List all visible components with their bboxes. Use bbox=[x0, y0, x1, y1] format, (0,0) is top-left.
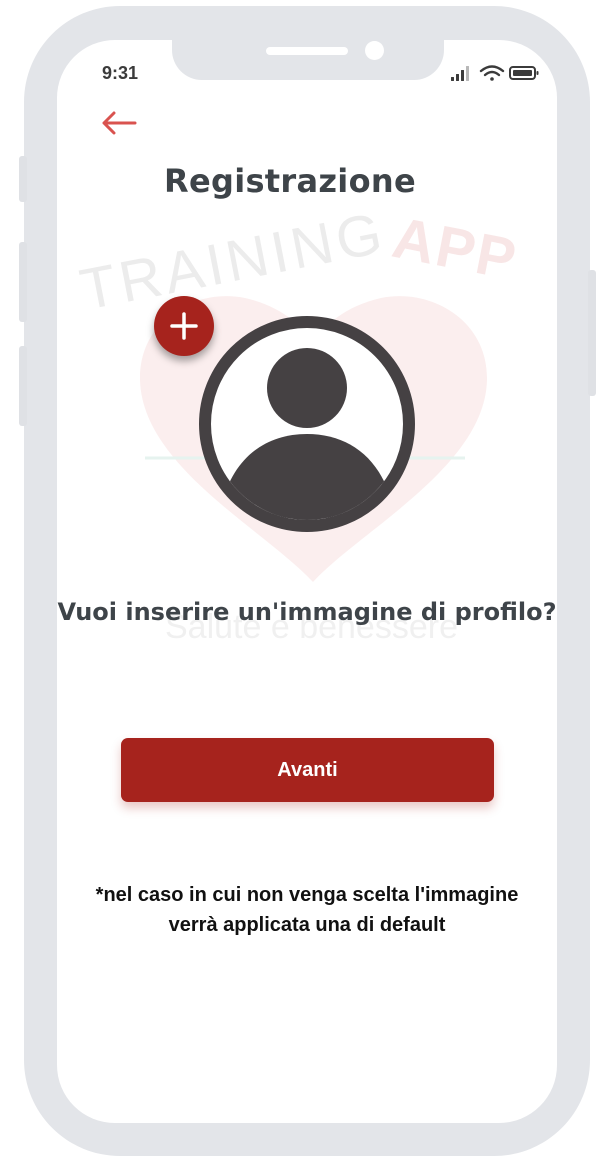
note-line-1: *nel caso in cui non venga scelta l'imma… bbox=[95, 884, 519, 906]
notch bbox=[172, 40, 444, 80]
add-photo-button[interactable] bbox=[154, 296, 214, 356]
speaker-grille bbox=[266, 47, 348, 55]
default-image-note: *nel caso in cui non venga scelta l'imma… bbox=[70, 880, 544, 940]
user-avatar-icon[interactable] bbox=[199, 316, 415, 532]
plus-icon bbox=[170, 312, 198, 340]
mute-switch bbox=[19, 156, 27, 202]
profile-question: Vuoi inserire un'immagine di profilo? bbox=[57, 598, 557, 626]
note-line-2: verrà applicata una di default bbox=[168, 914, 446, 936]
signal-icon bbox=[451, 66, 469, 81]
next-button[interactable]: Avanti bbox=[121, 738, 494, 802]
arrow-left-icon[interactable] bbox=[99, 108, 139, 138]
page-title: Registrazione bbox=[164, 162, 416, 200]
wifi-icon bbox=[479, 65, 505, 81]
volume-down-button bbox=[19, 346, 27, 426]
front-camera bbox=[365, 41, 384, 60]
status-icons bbox=[451, 65, 539, 81]
battery-icon bbox=[509, 66, 539, 80]
status-time: 9:31 bbox=[102, 63, 139, 83]
app-stage: 9:31 Registrazione TRAINING APP Salute e… bbox=[0, 0, 612, 1166]
power-button bbox=[588, 270, 596, 396]
phone-screen bbox=[57, 40, 557, 1123]
volume-up-button bbox=[19, 242, 27, 322]
